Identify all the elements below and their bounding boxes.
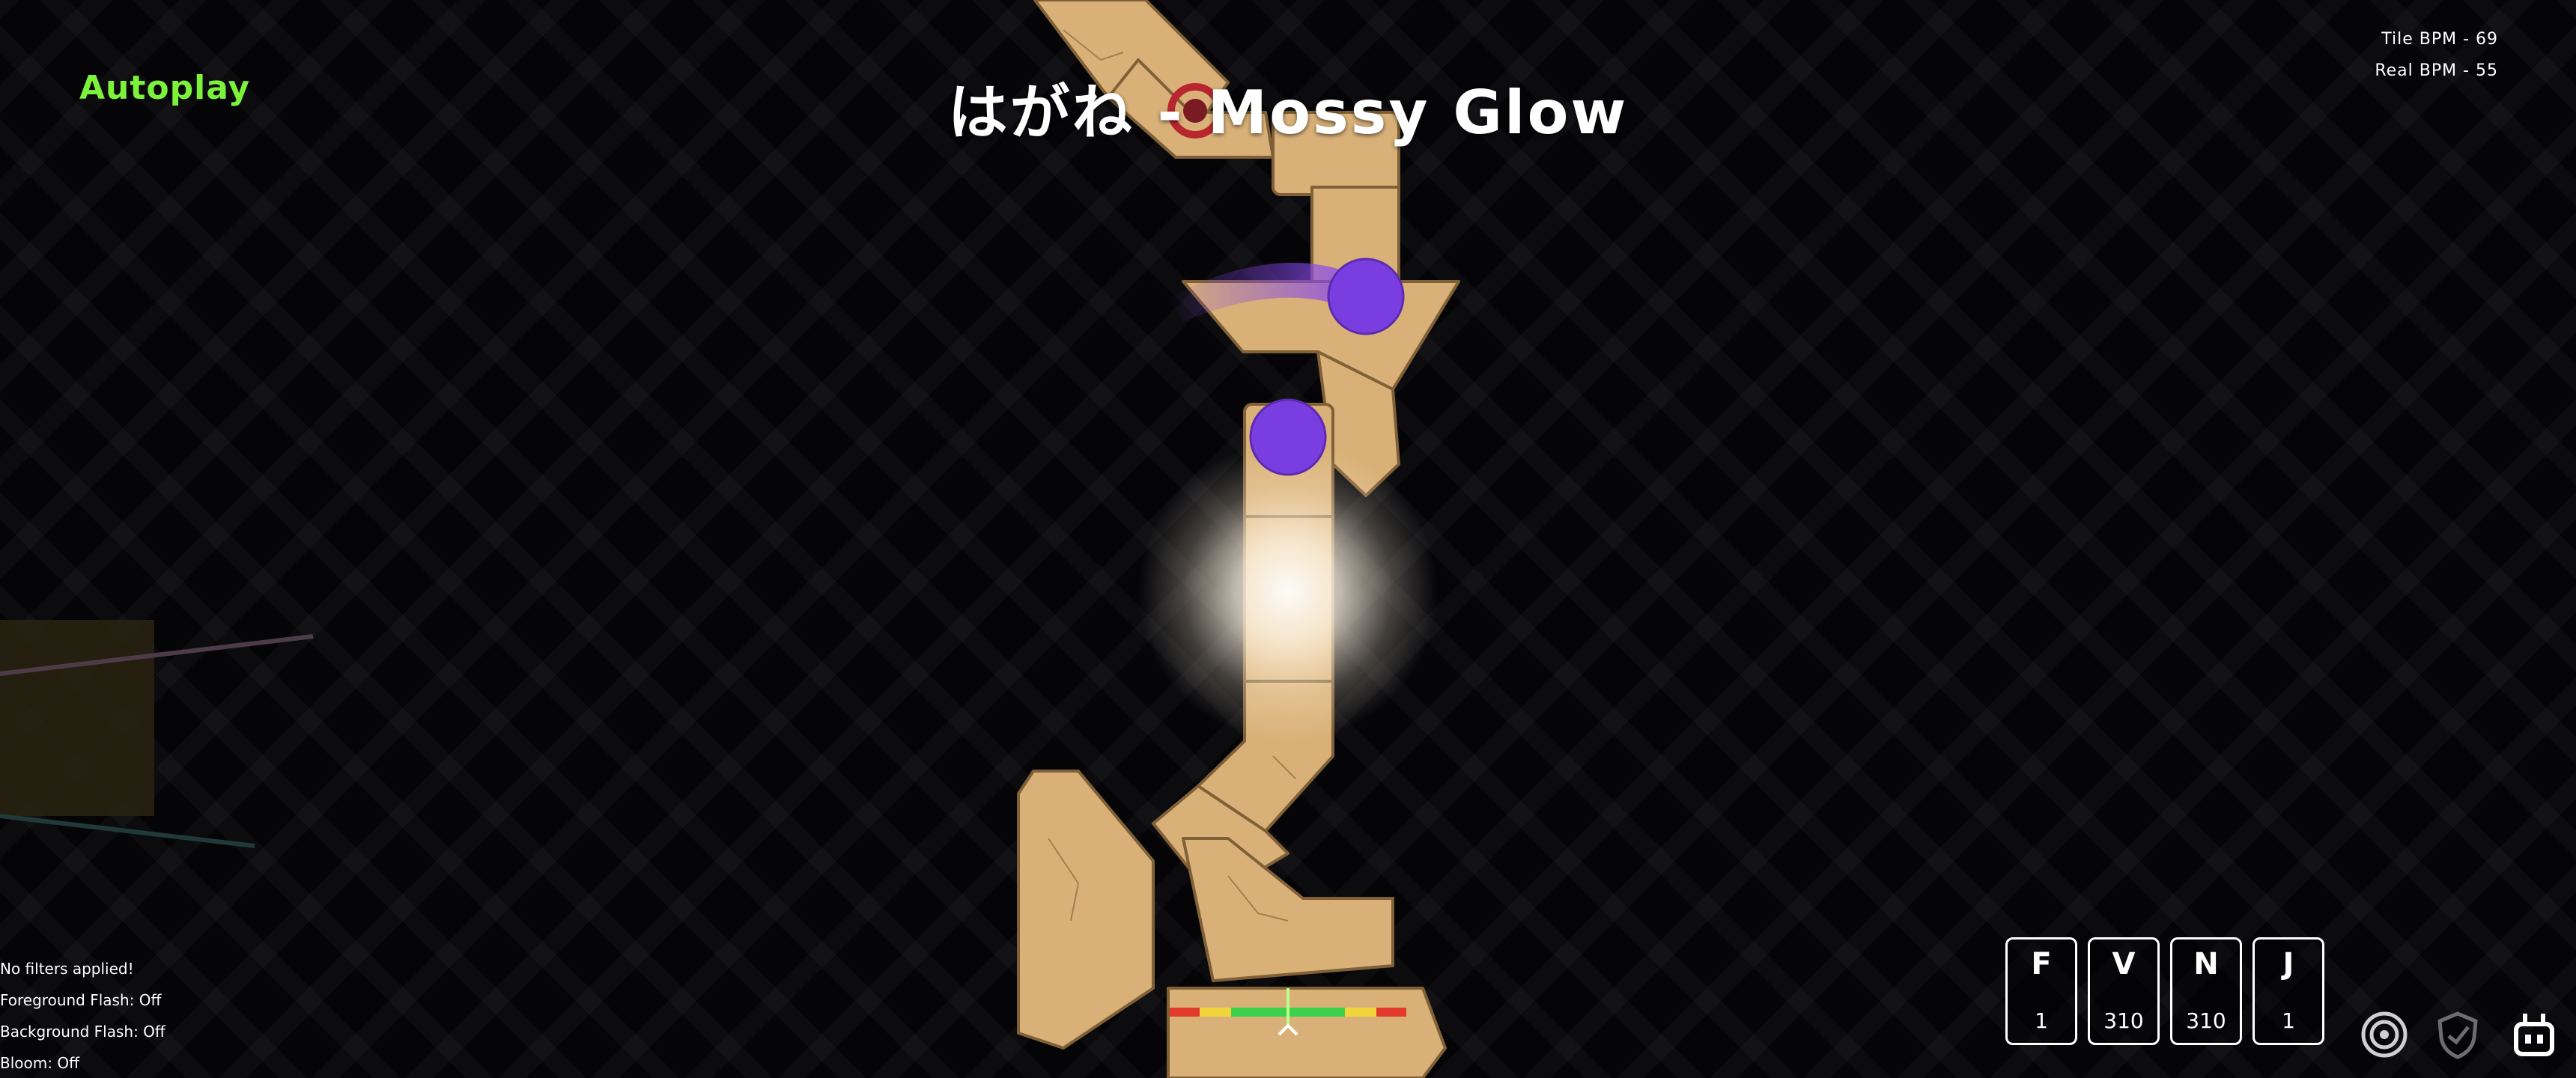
shield-icon[interactable] (2431, 1008, 2485, 1062)
target-icon[interactable] (2357, 1008, 2411, 1062)
track-tile (1182, 837, 1394, 982)
key-counter-f: F 1 (2005, 937, 2077, 1045)
tile-bpm: Tile BPM - 69 (2381, 30, 2498, 49)
key-counter-v: V 310 (2088, 937, 2160, 1045)
offscreen-tile-block (0, 620, 154, 816)
robot-icon[interactable] (2507, 1008, 2561, 1062)
track-tile (1017, 770, 1155, 1050)
key-counter-n: N 310 (2170, 937, 2242, 1045)
key-label: V (2112, 947, 2136, 981)
hit-glow (1138, 442, 1438, 741)
key-press-count: 1 (2282, 1008, 2295, 1033)
key-press-count: 310 (2186, 1008, 2226, 1033)
decor-line-bottom (0, 814, 255, 848)
bloom-status: Bloom: Off (0, 1054, 79, 1072)
filter-status: No filters applied! (0, 960, 134, 978)
track-tile (1167, 987, 1447, 1078)
key-counter-j: J 1 (2253, 937, 2324, 1045)
game-board (0, 0, 1460, 1078)
song-title: はがね - Mossy Glow (947, 78, 1629, 147)
key-press-count: 310 (2103, 1008, 2144, 1033)
key-label: F (2031, 947, 2052, 981)
key-label: J (2282, 947, 2294, 981)
foreground-flash-status: Foreground Flash: Off (0, 991, 162, 1009)
planet-fire (1249, 398, 1327, 476)
key-press-count: 1 (2035, 1008, 2048, 1033)
background-flash-status: Background Flash: Off (0, 1023, 165, 1041)
planet-ice (1327, 258, 1405, 335)
real-bpm: Real BPM - 55 (2375, 61, 2498, 80)
key-label: N (2193, 947, 2219, 981)
